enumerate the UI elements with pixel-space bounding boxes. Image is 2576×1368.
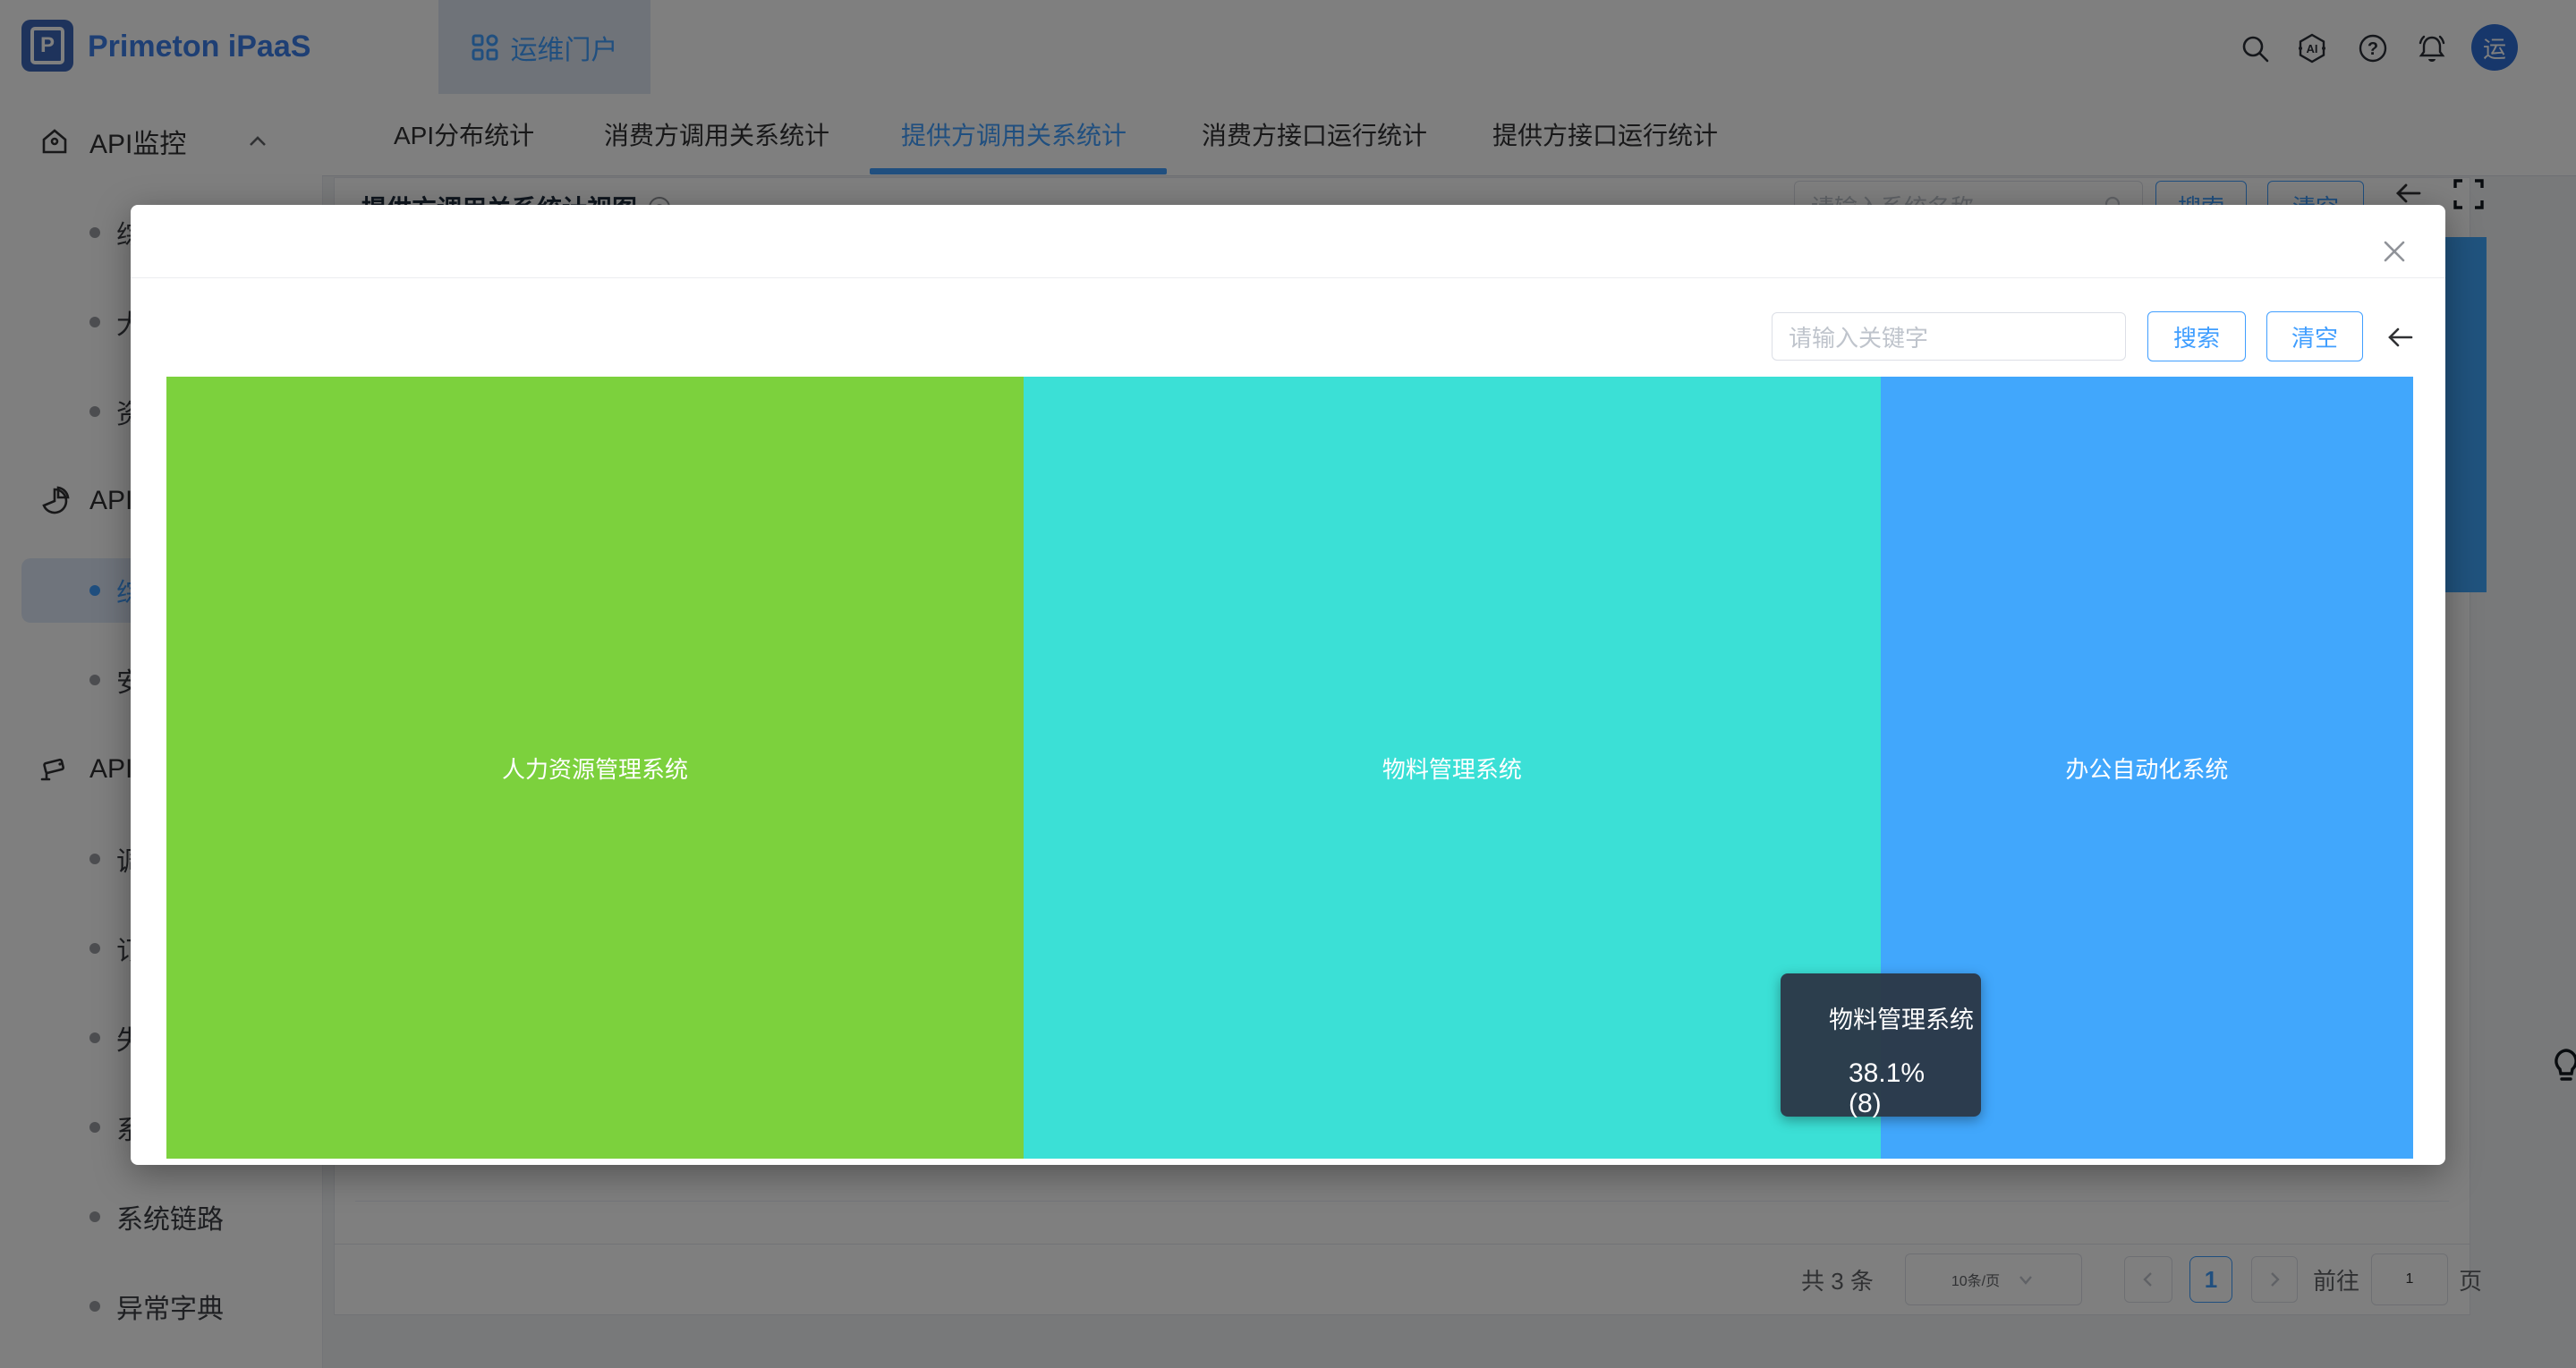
treemap-block-hr-system[interactable]: 人力资源管理系统 [166, 377, 1024, 1159]
screen: P Primeton iPaaS 运维门户 AI [0, 0, 2576, 1368]
modal-keyword-input[interactable]: 请输入关键字 [1772, 312, 2126, 361]
modal-back-arrow-icon[interactable] [2385, 322, 2416, 353]
treemap-chart: 人力资源管理系统 物料管理系统 办公自动化系统 [166, 377, 2413, 1159]
tooltip-value: 38.1% (8) [1849, 1058, 1958, 1119]
tooltip-label: 物料管理系统 [1829, 1000, 1974, 1035]
treemap-block-label: 人力资源管理系统 [502, 752, 688, 785]
modal-header-divider [131, 277, 2445, 278]
modal-search-button[interactable]: 搜索 [2147, 311, 2246, 361]
provider-relation-modal: 请输入关键字 搜索 清空 人力资源管理系统 物料管理系统 办公自动化系统 [131, 205, 2445, 1165]
treemap-block-label: 办公自动化系统 [2065, 752, 2228, 785]
close-icon[interactable] [2380, 237, 2409, 266]
modal-clear-button[interactable]: 清空 [2266, 311, 2363, 361]
chart-tooltip: 物料管理系统 38.1% (8) [1781, 973, 1981, 1117]
treemap-block-label: 物料管理系统 [1382, 752, 1522, 785]
treemap-block-material-system[interactable]: 物料管理系统 [1024, 377, 1881, 1159]
modal-keyword-placeholder: 请输入关键字 [1789, 320, 1928, 353]
